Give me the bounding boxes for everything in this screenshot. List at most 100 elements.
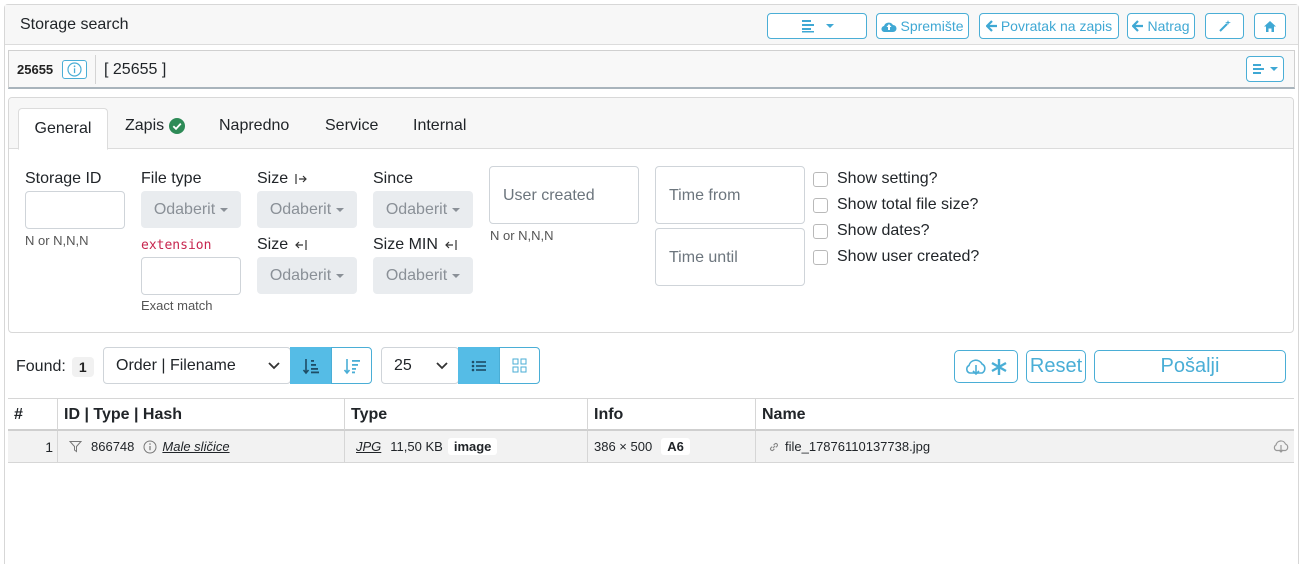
magic-wand-icon bbox=[1218, 20, 1231, 32]
magic-wand-button[interactable] bbox=[1205, 13, 1244, 39]
page-header: Storage search Spremište Povratak na zap… bbox=[5, 5, 1298, 45]
back-button[interactable]: Natrag bbox=[1127, 13, 1195, 39]
user-created-input[interactable]: User created bbox=[489, 166, 639, 224]
record-options-dropdown[interactable] bbox=[1246, 56, 1284, 82]
arrow-to-right-icon bbox=[295, 174, 307, 184]
tab-general[interactable]: General bbox=[18, 108, 108, 150]
arrow-left-icon bbox=[1132, 20, 1144, 32]
arrow-left-icon bbox=[985, 20, 997, 32]
size-from-select[interactable]: Odaberit bbox=[257, 191, 357, 228]
back-button-label: Natrag bbox=[1147, 18, 1190, 34]
info-icon bbox=[67, 62, 82, 77]
back-to-record-button[interactable]: Povratak na zapis bbox=[979, 13, 1119, 39]
view-options-dropdown[interactable] bbox=[767, 13, 867, 39]
link-icon bbox=[769, 442, 779, 451]
caret-down-icon bbox=[1270, 67, 1278, 71]
home-button[interactable] bbox=[1254, 13, 1286, 39]
size-min-select[interactable]: Odaberit bbox=[373, 257, 473, 294]
extension-link[interactable]: JPG bbox=[356, 439, 381, 454]
storage-button[interactable]: Spremište bbox=[876, 13, 969, 39]
file-name: file_17876110137738.jpg bbox=[785, 439, 931, 454]
sort-descending-icon bbox=[343, 358, 360, 374]
extension-input[interactable] bbox=[141, 257, 241, 295]
time-until-placeholder: Time until bbox=[669, 249, 738, 266]
show-user-created-checkbox[interactable]: Show user created? bbox=[813, 248, 979, 266]
row-info-cell: 386 × 500 A6 bbox=[587, 431, 755, 462]
check-circle-icon bbox=[169, 118, 186, 134]
chevron-down-icon bbox=[436, 362, 448, 370]
submit-button[interactable]: Pošalji bbox=[1094, 350, 1286, 383]
info-icon[interactable] bbox=[143, 440, 157, 454]
column-header[interactable]: Name bbox=[755, 399, 1294, 430]
grid-view-toggle[interactable] bbox=[499, 347, 540, 384]
list-dropdown-icon bbox=[801, 20, 814, 33]
show-dates-checkbox[interactable]: Show dates? bbox=[813, 222, 930, 240]
record-info-button[interactable] bbox=[62, 60, 87, 79]
size-to-select[interactable]: Odaberit bbox=[257, 257, 357, 294]
tab-label: Napredno bbox=[219, 117, 290, 134]
tab-bar: General Zapis Napredno Service Internal bbox=[9, 98, 1293, 150]
list-view-toggle[interactable] bbox=[458, 347, 499, 384]
found-count-badge: 1 bbox=[71, 357, 94, 377]
tab-label: Service bbox=[325, 117, 379, 134]
sort-ascending-icon bbox=[302, 358, 319, 374]
row-id-cell: 866748 Male sličice bbox=[57, 431, 344, 462]
sort-ascending-toggle[interactable] bbox=[290, 347, 331, 384]
storage-id-input[interactable] bbox=[25, 191, 125, 229]
storage-id-hint: N or N,N,N bbox=[25, 233, 89, 248]
column-header[interactable]: Type bbox=[344, 399, 587, 430]
since-select[interactable]: Odaberit bbox=[373, 191, 473, 228]
time-from-placeholder: Time from bbox=[669, 187, 741, 204]
export-button[interactable] bbox=[954, 350, 1018, 383]
record-bar: 25655 [ 25655 ] bbox=[8, 50, 1295, 89]
page-size-value: 25 bbox=[394, 356, 412, 374]
order-select[interactable]: Order | Filename bbox=[103, 347, 291, 384]
record-id: 25655 bbox=[17, 62, 54, 77]
sort-descending-toggle[interactable] bbox=[331, 347, 372, 384]
page-size-select[interactable]: 25 bbox=[381, 347, 459, 384]
tab-label: Internal bbox=[413, 117, 467, 134]
arrow-to-left-icon bbox=[445, 240, 457, 250]
column-header[interactable]: ID | Type | Hash bbox=[57, 399, 344, 430]
home-icon bbox=[1264, 20, 1276, 32]
size-from-label: Size bbox=[257, 170, 308, 188]
table-row[interactable]: 1 866748 Male sličice JPG 11,50 KB image… bbox=[8, 431, 1294, 463]
user-created-hint: N or N,N,N bbox=[490, 228, 554, 243]
extension-label: extension bbox=[141, 238, 212, 253]
filter-icon[interactable] bbox=[69, 440, 82, 453]
asterisk-icon bbox=[991, 358, 1007, 375]
column-header[interactable]: # bbox=[8, 399, 57, 430]
show-setting-checkbox[interactable]: Show setting? bbox=[813, 170, 938, 188]
since-label: Since bbox=[373, 170, 414, 187]
list-view-icon bbox=[471, 360, 486, 371]
reset-button[interactable]: Reset bbox=[1026, 350, 1086, 383]
row-number: 1 bbox=[45, 438, 53, 455]
user-created-placeholder: User created bbox=[503, 187, 595, 204]
tab-napredno[interactable]: Napredno bbox=[219, 117, 289, 135]
file-type-select[interactable]: Odaberit bbox=[141, 191, 241, 228]
tab-label: General bbox=[34, 120, 92, 137]
time-from-input[interactable]: Time from bbox=[655, 166, 805, 224]
row-name-cell: file_17876110137738.jpg bbox=[755, 431, 1294, 462]
tab-internal[interactable]: Internal bbox=[413, 117, 466, 135]
tab-zapis[interactable]: Zapis bbox=[125, 117, 186, 135]
image-dimensions: 386 × 500 bbox=[594, 439, 653, 454]
column-header[interactable]: Info bbox=[587, 399, 755, 430]
tab-label: Zapis bbox=[125, 117, 165, 134]
back-to-record-label: Povratak na zapis bbox=[1000, 18, 1113, 34]
table-header: # ID | Type | Hash Type Info Name bbox=[8, 398, 1294, 431]
time-until-input[interactable]: Time until bbox=[655, 228, 805, 286]
chevron-down-icon bbox=[268, 362, 280, 370]
record-title: [ 25655 ] bbox=[104, 61, 167, 78]
cloud-download-icon[interactable] bbox=[1272, 439, 1290, 454]
arrow-to-left-icon bbox=[295, 240, 307, 250]
file-kind-badge: image bbox=[447, 438, 498, 455]
row-type-cell: JPG 11,50 KB image bbox=[344, 431, 587, 462]
caret-down-icon bbox=[825, 24, 834, 28]
type-link[interactable]: Male sličice bbox=[162, 439, 229, 454]
show-total-file-size-checkbox[interactable]: Show total file size? bbox=[813, 196, 978, 214]
file-type-label: File type bbox=[141, 170, 202, 187]
tab-service[interactable]: Service bbox=[325, 117, 378, 135]
storage-id-label: Storage ID bbox=[25, 170, 102, 187]
hash-badge: A6 bbox=[661, 438, 690, 455]
